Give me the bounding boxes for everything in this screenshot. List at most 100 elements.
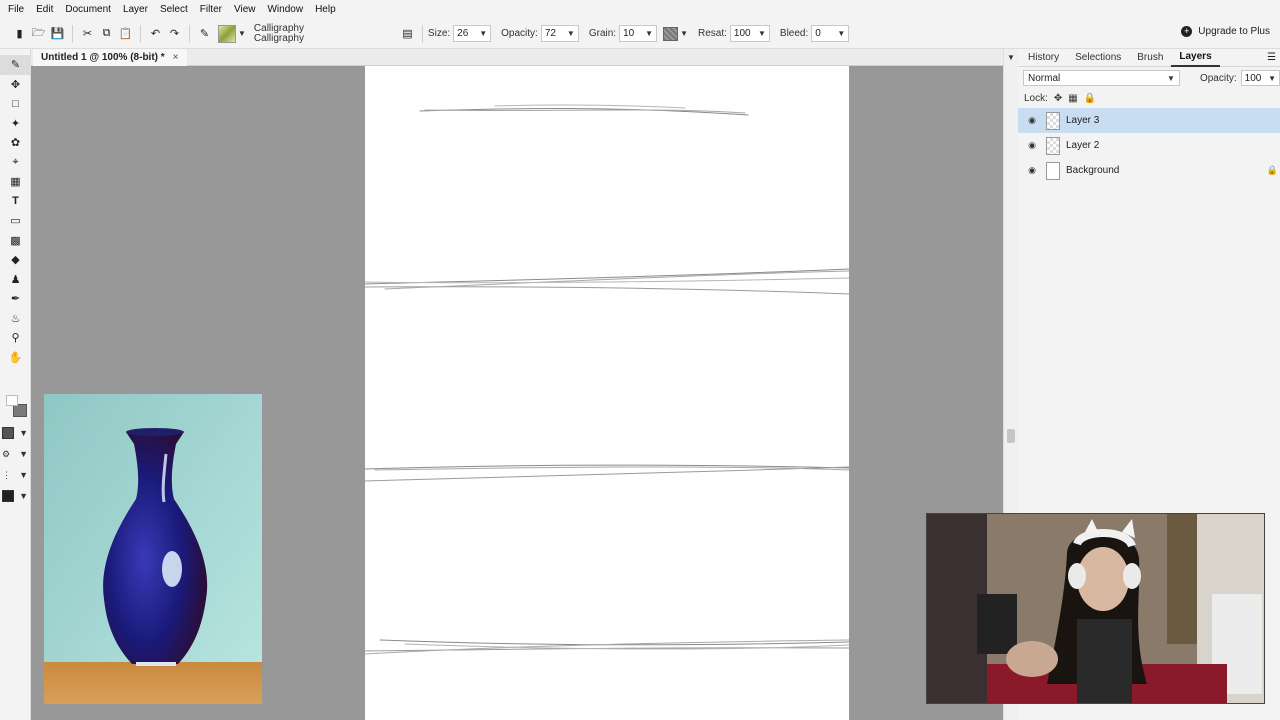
chevron-down-icon: ▼ (757, 29, 766, 38)
new-document-icon[interactable]: ▮ (10, 24, 29, 43)
close-icon[interactable]: × (173, 52, 179, 63)
size-option: Size: 26 ▼ (427, 25, 492, 42)
layer-name: Layer 3 (1066, 115, 1100, 126)
view-options-icon (2, 490, 14, 502)
lock-position-icon[interactable]: ✥ (1054, 93, 1062, 104)
gradient-icon[interactable]: ▩ (0, 231, 31, 251)
layer-name: Layer 2 (1066, 140, 1100, 151)
grid-options-toggle[interactable]: ⋮ ▼ (2, 467, 28, 483)
resat-option: Resat: 100 ▼ (698, 25, 770, 42)
chevron-down-icon: ▼ (645, 29, 654, 38)
resat-label: Resat: (698, 28, 727, 39)
opacity-option: Opacity: 72 ▼ (501, 25, 579, 42)
lasso-icon[interactable]: ✿ (0, 133, 31, 153)
vase-photo (44, 394, 262, 704)
layer-item[interactable]: ◉ Layer 2 (1018, 133, 1280, 158)
scrollbar-thumb[interactable] (1007, 429, 1015, 443)
open-folder-icon[interactable]: 🗁 (29, 24, 48, 43)
scroll-up-arrow-icon[interactable]: ▼ (1007, 53, 1015, 62)
save-icon[interactable]: 💾 (48, 24, 67, 43)
size-field[interactable]: 26 ▼ (453, 25, 492, 42)
quick-mask-toggle[interactable]: ▼ (2, 425, 28, 441)
clone-stamp-icon[interactable]: ♟ (0, 270, 31, 290)
menu-view[interactable]: View (228, 0, 262, 19)
grain-texture-swatch[interactable] (663, 26, 679, 41)
menu-select[interactable]: Select (154, 0, 194, 19)
eraser-icon[interactable]: ◆ (0, 250, 31, 270)
undo-icon[interactable]: ↶ (146, 24, 165, 43)
tool-options-bar: ▮ 🗁 💾 ✂ ⧉ 📋 ↶ ↷ ✎ ▼ Calligraphy Calligra… (0, 19, 1280, 49)
layer-item[interactable]: ◉ Background 🔒 (1018, 158, 1280, 183)
visibility-eye-icon[interactable]: ◉ (1018, 165, 1046, 176)
canvas[interactable] (364, 66, 850, 720)
foreground-color-swatch[interactable] (6, 395, 18, 406)
size-label: Size: (427, 28, 451, 39)
blend-mode-value: Normal (1028, 72, 1061, 84)
blend-mode-select[interactable]: Normal ▼ (1023, 70, 1180, 86)
screen-mode-icon: ⚙ (2, 448, 11, 459)
resat-field[interactable]: 100 ▼ (729, 25, 770, 42)
tools-panel: ✎ ✥ □ ✦ ✿ ⌖ ▦ T ▭ ▩ ◆ ♟ ✒ ♨ ⚲ ✋ ▼ ⚙ ▼ ⋮ ▼ … (0, 49, 31, 720)
text-icon[interactable]: T (0, 192, 31, 212)
tab-history[interactable]: History (1020, 49, 1067, 67)
menu-help[interactable]: Help (309, 0, 342, 19)
menu-window[interactable]: Window (261, 0, 309, 19)
slice-icon[interactable]: ▦ (0, 172, 31, 192)
sketch-line (364, 286, 850, 295)
menu-layer[interactable]: Layer (117, 0, 154, 19)
brush-settings-icon[interactable]: ▤ (398, 24, 417, 43)
screen-mode-toggle[interactable]: ⚙ ▼ (2, 446, 28, 462)
canvas-workspace[interactable] (31, 66, 1003, 720)
opacity-field[interactable]: 72 ▼ (540, 25, 579, 42)
tab-selections[interactable]: Selections (1067, 49, 1129, 67)
redo-icon[interactable]: ↷ (165, 24, 184, 43)
tab-brush[interactable]: Brush (1129, 49, 1171, 67)
bleed-value: 0 (815, 28, 821, 39)
lock-all-icon[interactable]: 🔒 (1084, 93, 1096, 104)
paste-icon[interactable]: 📋 (116, 24, 135, 43)
bleed-label: Bleed: (779, 28, 809, 39)
chevron-down-icon: ▼ (837, 29, 846, 38)
menu-filter[interactable]: Filter (194, 0, 228, 19)
layer-opacity-field[interactable]: 100 ▼ (1240, 70, 1280, 86)
chevron-down-icon: ▼ (1167, 73, 1175, 83)
lock-row: Lock: ✥ ▦ 🔒 (1018, 89, 1280, 108)
chevron-down-icon[interactable]: ▼ (680, 29, 688, 38)
brush-preset-picker[interactable]: ▼ (218, 24, 246, 43)
layer-name: Background (1066, 165, 1120, 176)
bleed-field[interactable]: 0 ▼ (811, 25, 850, 42)
resat-value: 100 (733, 28, 751, 39)
hand-icon[interactable]: ✋ (0, 348, 31, 368)
grain-field[interactable]: 10 ▼ (619, 25, 658, 42)
menu-file[interactable]: File (2, 0, 30, 19)
paint-bucket-icon[interactable]: ♨ (0, 309, 31, 329)
document-tab[interactable]: Untitled 1 @ 100% (8-bit) * × (33, 49, 187, 66)
menu-edit[interactable]: Edit (30, 0, 59, 19)
visibility-eye-icon[interactable]: ◉ (1018, 115, 1046, 126)
document-tab-bar: Untitled 1 @ 100% (8-bit) * × (31, 49, 1003, 66)
grain-label: Grain: (588, 28, 617, 39)
layer-item[interactable]: ◉ Layer 3 (1018, 108, 1280, 133)
color-swatches[interactable] (4, 393, 28, 417)
marquee-icon[interactable]: □ (0, 94, 31, 114)
copy-icon[interactable]: ⧉ (97, 24, 116, 43)
view-options-toggle[interactable]: ▼ (2, 488, 28, 504)
eyedropper-icon[interactable]: ✒ (0, 289, 31, 309)
panel-menu-icon[interactable]: ☰ (1267, 52, 1276, 63)
chevron-down-icon: ▼ (19, 470, 28, 480)
upgrade-button[interactable]: + Upgrade to Plus (1181, 26, 1270, 37)
menu-document[interactable]: Document (59, 0, 117, 19)
magic-wand-icon[interactable]: ✦ (0, 114, 31, 134)
separator (189, 24, 190, 43)
crop-icon[interactable]: ⌖ (0, 153, 31, 173)
brush-preset-name-line2: Calligraphy (253, 32, 304, 44)
visibility-eye-icon[interactable]: ◉ (1018, 140, 1046, 151)
shape-icon[interactable]: ▭ (0, 211, 31, 231)
lock-transparency-icon[interactable]: ▦ (1068, 93, 1077, 104)
tab-layers[interactable]: Layers (1171, 49, 1220, 67)
zoom-icon[interactable]: ⚲ (0, 328, 31, 348)
brush-icon[interactable]: ✎ (0, 55, 31, 75)
move-icon[interactable]: ✥ (0, 75, 31, 95)
cut-icon[interactable]: ✂ (78, 24, 97, 43)
webcam-overlay (926, 513, 1265, 704)
